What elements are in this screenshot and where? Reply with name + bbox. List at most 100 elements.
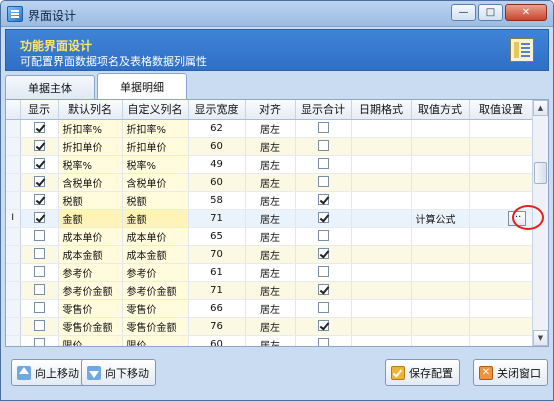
custom-name-cell[interactable]: 金额: [122, 209, 189, 228]
value-mode-cell[interactable]: [411, 155, 470, 174]
table-row[interactable]: 零售价 零售价 66 居左: [6, 299, 533, 318]
width-cell[interactable]: 60: [188, 173, 246, 192]
sum-cell[interactable]: [295, 263, 352, 282]
vertical-scrollbar[interactable]: ▲ ▼: [532, 100, 548, 346]
table-row[interactable]: 成本单价 成本单价 65 居左: [6, 227, 533, 246]
sum-checkbox[interactable]: [317, 266, 329, 278]
value-setting-cell[interactable]: [469, 335, 533, 346]
table-row[interactable]: 参考价金额 参考价金额 71 居左: [6, 281, 533, 300]
sum-checkbox[interactable]: [317, 176, 329, 188]
date-format-cell[interactable]: [351, 137, 412, 156]
scroll-thumb[interactable]: [534, 162, 547, 184]
show-checkbox[interactable]: [33, 158, 45, 170]
width-cell[interactable]: 49: [188, 155, 246, 174]
sum-checkbox[interactable]: [317, 212, 329, 224]
align-cell[interactable]: 居左: [245, 137, 296, 156]
move-up-button[interactable]: 向上移动: [11, 359, 86, 386]
show-cell[interactable]: [20, 173, 59, 192]
date-format-cell[interactable]: [351, 335, 412, 346]
close-window-footer-button[interactable]: ✕ 关闭窗口: [473, 359, 548, 386]
show-cell[interactable]: [20, 119, 59, 138]
sum-checkbox[interactable]: [317, 194, 329, 206]
align-cell[interactable]: 居左: [245, 335, 296, 346]
show-checkbox[interactable]: [33, 122, 45, 134]
sum-cell[interactable]: [295, 209, 352, 228]
date-format-cell[interactable]: [351, 155, 412, 174]
show-cell[interactable]: [20, 299, 59, 318]
sum-cell[interactable]: [295, 317, 352, 336]
align-cell[interactable]: 居左: [245, 191, 296, 210]
value-setting-cell[interactable]: [469, 263, 533, 282]
show-checkbox[interactable]: [33, 176, 45, 188]
show-cell[interactable]: [20, 209, 59, 228]
align-cell[interactable]: 居左: [245, 227, 296, 246]
scroll-down-arrow-icon[interactable]: ▼: [533, 330, 548, 346]
table-row[interactable]: 税额 税额 58 居左: [6, 191, 533, 210]
date-format-cell[interactable]: [351, 227, 412, 246]
save-config-button[interactable]: 保存配置: [385, 359, 460, 386]
table-row[interactable]: 折扣率% 折扣率% 62 居左: [6, 119, 533, 138]
sum-cell[interactable]: [295, 119, 352, 138]
sum-cell[interactable]: [295, 335, 352, 346]
show-cell[interactable]: [20, 281, 59, 300]
minimize-button[interactable]: —: [451, 4, 476, 21]
tab-document-detail[interactable]: 单据明细: [97, 73, 187, 99]
width-cell[interactable]: 60: [188, 137, 246, 156]
show-cell[interactable]: [20, 227, 59, 246]
table-row[interactable]: 成本金额 成本金额 70 居左: [6, 245, 533, 264]
width-cell[interactable]: 60: [188, 335, 246, 346]
show-checkbox[interactable]: [33, 212, 45, 224]
value-setting-cell[interactable]: [469, 245, 533, 264]
show-cell[interactable]: [20, 191, 59, 210]
value-setting-cell[interactable]: [469, 191, 533, 210]
date-format-cell[interactable]: [351, 191, 412, 210]
custom-name-cell[interactable]: 零售价: [122, 299, 189, 318]
show-checkbox[interactable]: [33, 230, 45, 242]
custom-name-cell[interactable]: 成本金额: [122, 245, 189, 264]
value-setting-cell[interactable]: [469, 317, 533, 336]
column-header[interactable]: 显示: [20, 100, 59, 120]
value-mode-cell[interactable]: [411, 317, 470, 336]
sum-cell[interactable]: [295, 281, 352, 300]
align-cell[interactable]: 居左: [245, 119, 296, 138]
show-checkbox[interactable]: [33, 338, 45, 346]
table-row[interactable]: 零售价金额 零售价金额 76 居左: [6, 317, 533, 336]
value-mode-cell[interactable]: [411, 281, 470, 300]
sum-checkbox[interactable]: [317, 158, 329, 170]
align-cell[interactable]: 居左: [245, 317, 296, 336]
custom-name-cell[interactable]: 税额: [122, 191, 189, 210]
value-setting-cell[interactable]: [469, 137, 533, 156]
date-format-cell[interactable]: [351, 209, 412, 228]
show-cell[interactable]: [20, 263, 59, 282]
value-mode-cell[interactable]: [411, 191, 470, 210]
date-format-cell[interactable]: [351, 173, 412, 192]
align-cell[interactable]: 居左: [245, 263, 296, 282]
value-setting-cell[interactable]: [469, 227, 533, 246]
show-checkbox[interactable]: [33, 140, 45, 152]
show-cell[interactable]: [20, 245, 59, 264]
sum-checkbox[interactable]: [317, 122, 329, 134]
width-cell[interactable]: 62: [188, 119, 246, 138]
align-cell[interactable]: 居左: [245, 281, 296, 300]
value-mode-cell[interactable]: [411, 119, 470, 138]
date-format-cell[interactable]: [351, 281, 412, 300]
value-setting-cell[interactable]: [469, 155, 533, 174]
table-row[interactable]: 税率% 税率% 49 居左: [6, 155, 533, 174]
tab-document-main[interactable]: 单据主体: [5, 75, 95, 99]
sum-cell[interactable]: [295, 155, 352, 174]
sum-checkbox[interactable]: [317, 302, 329, 314]
custom-name-cell[interactable]: 参考价: [122, 263, 189, 282]
date-format-cell[interactable]: [351, 317, 412, 336]
date-format-cell[interactable]: [351, 119, 412, 138]
width-cell[interactable]: 76: [188, 317, 246, 336]
sum-cell[interactable]: [295, 191, 352, 210]
show-cell[interactable]: [20, 137, 59, 156]
value-setting-cell[interactable]: ···: [469, 209, 533, 228]
align-cell[interactable]: 居左: [245, 155, 296, 174]
width-cell[interactable]: 71: [188, 281, 246, 300]
value-setting-cell[interactable]: [469, 119, 533, 138]
column-header[interactable]: 自定义列名: [122, 100, 189, 120]
sum-cell[interactable]: [295, 227, 352, 246]
width-cell[interactable]: 61: [188, 263, 246, 282]
table-row[interactable]: 参考价 参考价 61 居左: [6, 263, 533, 282]
